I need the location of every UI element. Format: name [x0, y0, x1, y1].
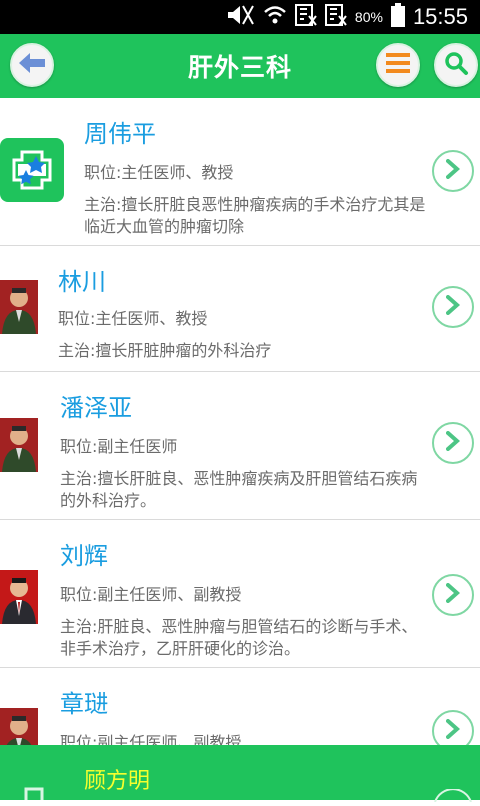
doctor-name: 潘泽亚 [60, 394, 132, 422]
chevron-right-icon [446, 719, 461, 743]
battery-icon [390, 3, 405, 31]
mute-icon [225, 4, 255, 30]
chevron-right-icon [446, 295, 461, 319]
clock: 15:55 [412, 4, 468, 29]
doctor-specialty: 主治:肝脏良、恶性肿瘤与胆管结石的诊断与手术、非手术治疗，乙肝肝硬化的诊治。 [60, 617, 418, 658]
doctor-position: 职位:副主任医师 [60, 437, 178, 456]
doctor-photo [0, 280, 38, 334]
chevron-right-icon [446, 583, 461, 607]
doctor-photo [0, 418, 38, 472]
app-header: 肝外三科 [0, 34, 480, 98]
search-button[interactable] [434, 43, 478, 87]
chevron-right-button[interactable] [432, 422, 474, 464]
doctor-specialty: 主治:擅长肝脏良恶性肿瘤疾病的手术治疗尤其是临近大血管的肿瘤切除 [84, 195, 426, 236]
doctor-specialty: 主治:擅长肝脏肿瘤的外科治疗 [58, 341, 272, 360]
search-icon [443, 50, 469, 80]
doctor-position: 职位:主任医师、教授 [58, 309, 208, 328]
page-title: 肝外三科 [187, 53, 292, 82]
chevron-right-button[interactable] [432, 574, 474, 616]
doctor-specialty: 主治:擅长肝脏良、恶性肿瘤疾病及肝胆管结石疾病的外科治疗。 [60, 469, 418, 510]
signal-icon-2 [324, 4, 347, 30]
hospital-logo-icon [0, 138, 64, 202]
doctor-name: 周伟平 [84, 120, 156, 148]
doctor-photo [0, 708, 38, 748]
doctor-row[interactable]: 林川 职位:主任医师、教授 主治:擅长肝脏肿瘤的外科治疗 [0, 246, 480, 372]
bottom-bar[interactable]: 顾方明 [0, 745, 480, 803]
doctor-name: 刘辉 [60, 542, 108, 570]
status-bar: 80% 15:55 [0, 0, 480, 34]
doctor-list: 周伟平 职位:主任医师、教授 主治:擅长肝脏良恶性肿瘤疾病的手术治疗尤其是临近大… [0, 98, 480, 748]
doctor-row[interactable]: 章琎 职位:副主任医师、副教授 [0, 668, 480, 748]
doctor-row[interactable]: 周伟平 职位:主任医师、教授 主治:擅长肝脏良恶性肿瘤疾病的手术治疗尤其是临近大… [0, 98, 480, 246]
chevron-right-button[interactable] [432, 710, 474, 748]
chevron-button-ghost [432, 787, 474, 806]
doctor-position: 职位:副主任医师、副教授 [60, 585, 242, 604]
doctor-name-next: 顾方明 [84, 769, 151, 794]
doctor-row[interactable]: 潘泽亚 职位:副主任医师 主治:擅长肝脏良、恶性肿瘤疾病及肝胆管结石疾病的外科治… [0, 372, 480, 520]
chevron-right-icon [446, 431, 461, 455]
doctor-photo [0, 570, 38, 624]
list-menu-button[interactable] [376, 43, 420, 87]
chevron-right-button[interactable] [432, 150, 474, 192]
doctor-name: 林川 [58, 268, 106, 296]
wifi-icon [263, 4, 287, 30]
back-button[interactable] [10, 43, 54, 87]
list-icon [386, 52, 410, 78]
hospital-logo-icon [14, 785, 54, 804]
chevron-right-button[interactable] [432, 286, 474, 328]
signal-icon [294, 4, 317, 30]
doctor-position: 职位:主任医师、教授 [84, 163, 234, 182]
doctor-row[interactable]: 刘辉 职位:副主任医师、副教授 主治:肝脏良、恶性肿瘤与胆管结石的诊断与手术、非… [0, 520, 480, 668]
battery-percent: 80% [354, 9, 383, 25]
back-arrow-icon [19, 53, 45, 77]
doctor-name: 章琎 [60, 690, 108, 718]
chevron-right-icon [446, 159, 461, 183]
